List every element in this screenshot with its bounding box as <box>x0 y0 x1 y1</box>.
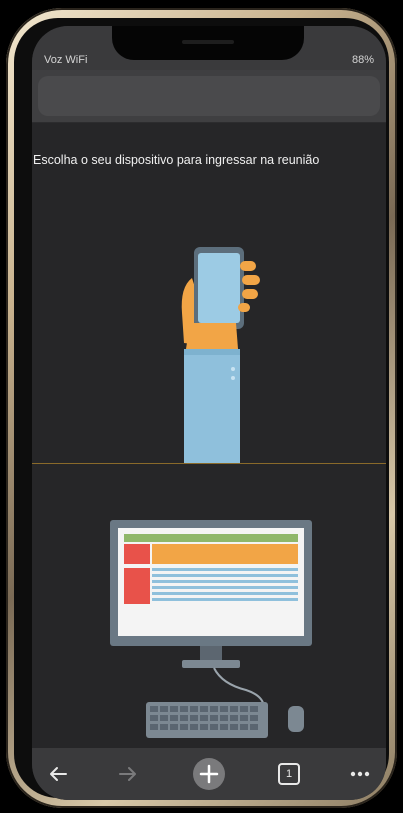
browser-toolbar: 1 <box>32 748 386 800</box>
tab-count: 1 <box>285 768 293 780</box>
new-tab-plus-icon <box>193 758 225 790</box>
stage: Voz WiFi 88% Escolha o seu dispositivo p… <box>0 0 403 813</box>
mobile-device-option[interactable] <box>32 183 386 463</box>
tabs-icon: 1 <box>278 763 300 785</box>
hand-holding-phone-icon <box>181 247 260 463</box>
page-content: Escolha o seu dispositivo para ingressar… <box>32 123 386 751</box>
section-divider <box>32 463 386 464</box>
carrier-label: Voz WiFi <box>44 54 88 66</box>
address-field[interactable] <box>38 76 380 116</box>
speaker-grille <box>182 40 234 44</box>
forward-button[interactable] <box>108 754 148 794</box>
desktop-device-option[interactable] <box>32 478 386 738</box>
back-button[interactable] <box>38 754 78 794</box>
phone-screen: Voz WiFi 88% Escolha o seu dispositivo p… <box>32 26 386 800</box>
battery-label: 88% <box>351 54 374 66</box>
device-choice-prompt: Escolha o seu dispositivo para ingressar… <box>33 153 320 167</box>
more-button[interactable] <box>340 754 380 794</box>
forward-arrow-icon <box>119 767 136 781</box>
new-tab-button[interactable] <box>189 754 229 794</box>
more-icon <box>350 771 370 777</box>
desktop-computer-icon <box>110 520 312 738</box>
back-arrow-icon <box>50 767 67 781</box>
tabs-button[interactable]: 1 <box>269 754 309 794</box>
browser-address-bar <box>32 70 386 123</box>
notch <box>112 26 304 60</box>
status-bar: Voz WiFi 88% <box>32 26 386 70</box>
